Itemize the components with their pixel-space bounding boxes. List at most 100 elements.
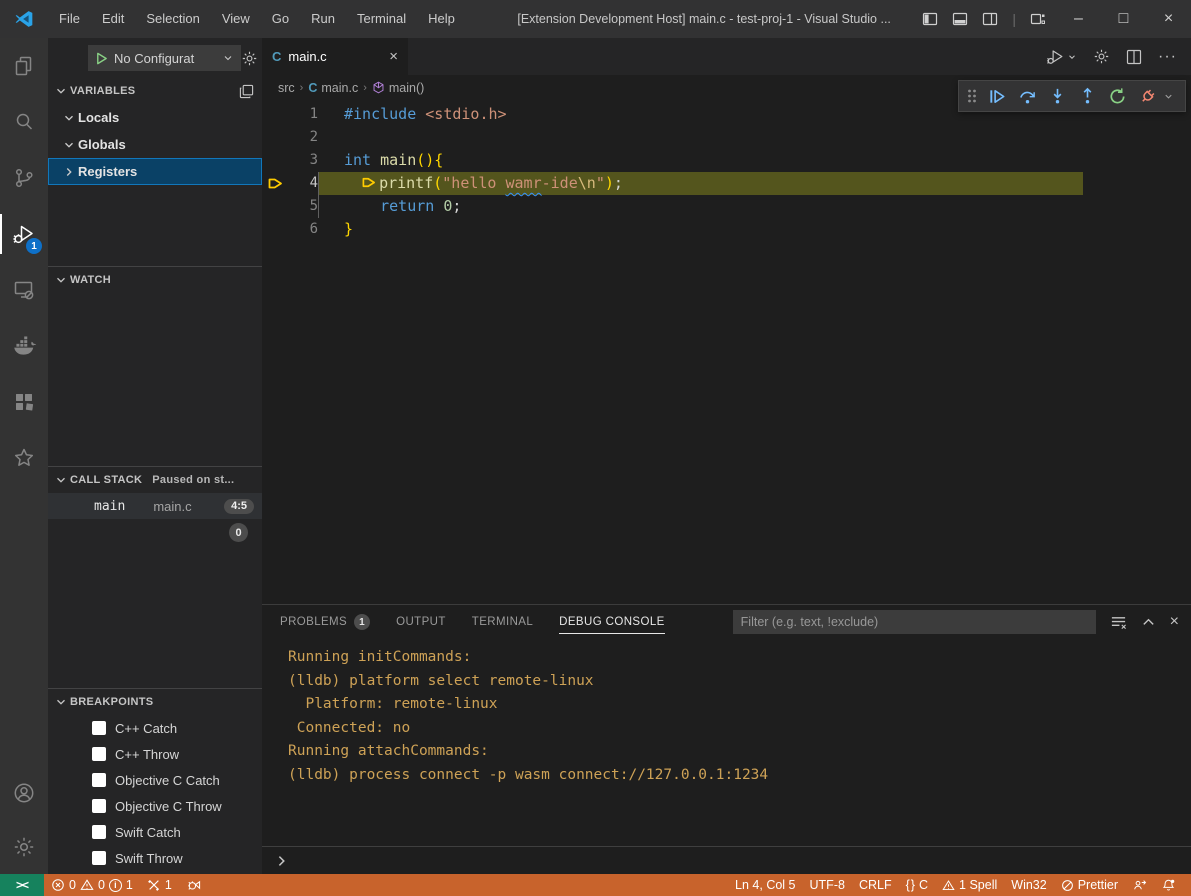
activity-settings-icon[interactable]	[0, 820, 48, 874]
cursor-position[interactable]: Ln 4, Col 5	[728, 874, 802, 896]
minimize-button[interactable]: –	[1056, 0, 1101, 38]
breakpoint-checkbox[interactable]	[92, 773, 106, 787]
maximize-button[interactable]: □	[1101, 0, 1146, 38]
close-panel-icon[interactable]: ×	[1170, 613, 1179, 631]
breakpoint-row[interactable]: Swift Catch	[48, 819, 262, 845]
breadcrumb-file[interactable]: Cmain.c	[308, 81, 358, 95]
watch-header[interactable]: WATCH	[48, 267, 262, 293]
clear-console-icon[interactable]	[1110, 614, 1127, 631]
language-mode[interactable]: { }C	[899, 874, 935, 896]
gutter-glyph[interactable]	[262, 218, 288, 241]
stack-frame-row[interactable]: main main.c 4:5	[48, 493, 262, 519]
tab-close-icon[interactable]: ×	[389, 48, 398, 65]
breakpoint-checkbox[interactable]	[92, 825, 106, 839]
gutter-glyph[interactable]	[262, 195, 288, 218]
activity-docker-icon[interactable]	[0, 318, 48, 374]
restart-button[interactable]	[1103, 82, 1131, 110]
step-into-button[interactable]	[1043, 82, 1071, 110]
more-actions-icon[interactable]: ···	[1158, 48, 1177, 66]
breakpoint-row[interactable]: Swift Throw	[48, 845, 262, 871]
code-line[interactable]: 2	[262, 126, 1191, 149]
menu-terminal[interactable]: Terminal	[346, 0, 417, 38]
code-line[interactable]: 4 printf("hello wamr-ide\n");	[262, 172, 1191, 195]
variables-item-globals[interactable]: Globals	[48, 131, 262, 158]
activity-source-control-icon[interactable]	[0, 150, 48, 206]
breakpoints-header[interactable]: BREAKPOINTS	[48, 689, 262, 715]
tab-output[interactable]: OUTPUT	[396, 605, 446, 639]
spell-checker-status[interactable]: 1 Spell	[935, 874, 1004, 896]
drag-grip-icon[interactable]	[963, 82, 981, 110]
customize-layout-icon[interactable]	[1030, 11, 1046, 27]
tab-problems[interactable]: PROBLEMS1	[280, 605, 370, 639]
inline-breakpoint-icon[interactable]	[362, 176, 376, 189]
breakpoint-row[interactable]: Objective C Throw	[48, 793, 262, 819]
formatter-status[interactable]: Prettier	[1054, 874, 1125, 896]
disconnect-button[interactable]	[1133, 82, 1161, 110]
tools-status[interactable]: 1	[140, 874, 179, 896]
breakpoint-checkbox[interactable]	[92, 721, 106, 735]
breakpoint-row[interactable]: C++ Catch	[48, 715, 262, 741]
tab-main-c[interactable]: C main.c ×	[262, 38, 408, 75]
variables-item-registers[interactable]: Registers	[48, 158, 262, 185]
thread-row[interactable]: 0	[48, 519, 262, 546]
breakpoint-checkbox[interactable]	[92, 747, 106, 761]
tab-terminal[interactable]: TERMINAL	[472, 605, 533, 639]
debug-session-dropdown-icon[interactable]	[1163, 91, 1174, 102]
activity-remote-explorer-icon[interactable]	[0, 262, 48, 318]
breakpoint-row[interactable]: Objective C Catch	[48, 767, 262, 793]
problems-status[interactable]: 0 0 i 1	[44, 874, 140, 896]
menu-edit[interactable]: Edit	[91, 0, 135, 38]
breakpoint-row[interactable]: C++ Throw	[48, 741, 262, 767]
variables-item-locals[interactable]: Locals	[48, 104, 262, 131]
menu-view[interactable]: View	[211, 0, 261, 38]
call-stack-header[interactable]: CALL STACK Paused on st...	[48, 467, 262, 493]
eol-indicator[interactable]: CRLF	[852, 874, 899, 896]
menu-help[interactable]: Help	[417, 0, 466, 38]
activity-search-icon[interactable]	[0, 94, 48, 150]
current-line-arrow-icon[interactable]	[262, 172, 288, 195]
menu-run[interactable]: Run	[300, 0, 346, 38]
notifications-bell-icon[interactable]	[1154, 874, 1183, 896]
menu-file[interactable]: File	[48, 0, 91, 38]
breadcrumb-symbol[interactable]: main()	[372, 81, 424, 95]
step-out-button[interactable]	[1073, 82, 1101, 110]
remote-indicator[interactable]: ><	[0, 874, 44, 896]
debug-settings-gear-icon[interactable]	[241, 50, 258, 67]
console-filter-input[interactable]	[733, 610, 1096, 634]
gutter-glyph[interactable]	[262, 103, 288, 126]
menu-go[interactable]: Go	[261, 0, 300, 38]
toggle-panel-icon[interactable]	[952, 11, 968, 27]
maximize-panel-icon[interactable]	[1141, 615, 1156, 630]
feedback-icon[interactable]	[1125, 874, 1154, 896]
activity-run-and-debug-icon[interactable]: 1	[0, 206, 48, 262]
activity-extensions-icon[interactable]	[0, 374, 48, 430]
debug-configuration-dropdown[interactable]: No Configurat	[88, 45, 241, 71]
toggle-secondary-sidebar-icon[interactable]	[982, 11, 998, 27]
code-line[interactable]: 3int main(){	[262, 149, 1191, 172]
variables-header[interactable]: VARIABLES	[48, 78, 262, 104]
code-line[interactable]: 6}	[262, 218, 1191, 241]
settings-gear-icon[interactable]	[1093, 48, 1110, 65]
split-editor-icon[interactable]	[1126, 49, 1142, 65]
breadcrumb-folder[interactable]: src	[278, 81, 295, 95]
continue-button[interactable]	[983, 82, 1011, 110]
code-editor[interactable]: 1#include <stdio.h>23int main(){4 printf…	[262, 100, 1191, 604]
collapse-all-icon[interactable]	[239, 84, 254, 99]
encoding-indicator[interactable]: UTF-8	[803, 874, 852, 896]
debug-status[interactable]	[179, 874, 209, 896]
close-button[interactable]: ×	[1146, 0, 1191, 38]
gutter-glyph[interactable]	[262, 126, 288, 149]
activity-accounts-icon[interactable]	[0, 766, 48, 820]
activity-star-icon[interactable]	[0, 430, 48, 486]
debug-console-input[interactable]	[262, 846, 1191, 874]
step-over-button[interactable]	[1013, 82, 1041, 110]
code-line[interactable]: 5 return 0;	[262, 195, 1191, 218]
toggle-sidebar-icon[interactable]	[922, 11, 938, 27]
tab-debug-console[interactable]: DEBUG CONSOLE	[559, 605, 665, 639]
menu-selection[interactable]: Selection	[135, 0, 210, 38]
activity-explorer-icon[interactable]	[0, 38, 48, 94]
run-or-debug-button[interactable]	[1046, 47, 1077, 66]
breakpoint-checkbox[interactable]	[92, 851, 106, 865]
gutter-glyph[interactable]	[262, 149, 288, 172]
platform-indicator[interactable]: Win32	[1004, 874, 1053, 896]
